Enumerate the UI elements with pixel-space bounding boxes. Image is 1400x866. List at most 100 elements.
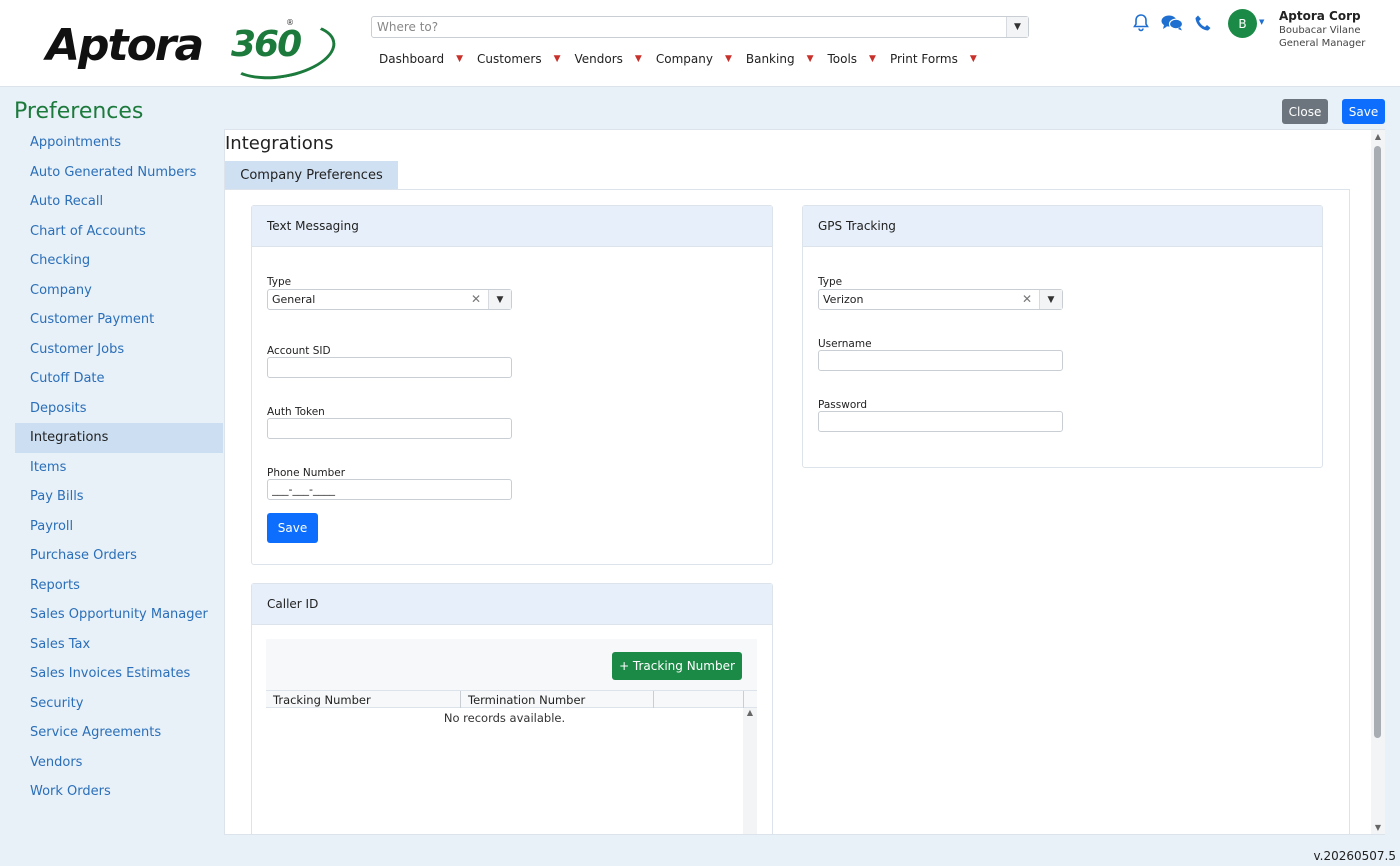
- preferences-sidebar: Appointments Auto Generated Numbers Auto…: [15, 128, 223, 807]
- gps-type-label: Type: [818, 276, 843, 288]
- caret-down-icon: ▼: [634, 54, 642, 64]
- sidebar-item-payroll[interactable]: Payroll: [15, 512, 223, 542]
- nav-label: Tools: [827, 52, 858, 66]
- sidebar-item-sales-tax[interactable]: Sales Tax: [15, 630, 223, 660]
- sidebar-item-service-agreements[interactable]: Service Agreements: [15, 718, 223, 748]
- caret-down-icon: ▼: [724, 54, 732, 64]
- nav-company[interactable]: Company ▼: [656, 52, 732, 66]
- password-input[interactable]: [818, 411, 1063, 432]
- username-label: Username: [818, 338, 872, 350]
- save-button[interactable]: Save: [1342, 99, 1385, 124]
- empty-message: No records available.: [443, 711, 566, 725]
- caret-down-icon: ▼: [553, 54, 561, 64]
- phone-number-label: Phone Number: [267, 467, 346, 479]
- column-tracking-number[interactable]: Tracking Number: [266, 691, 461, 708]
- user-menu-caret-icon[interactable]: ▼: [1259, 18, 1264, 26]
- auth-token-input[interactable]: [267, 418, 512, 439]
- scroll-up-icon[interactable]: ▲: [1371, 132, 1385, 141]
- column-actions: [654, 691, 744, 708]
- caller-id-card: Caller ID + Tracking Number Tracking Num…: [251, 583, 773, 834]
- clear-icon[interactable]: ✕: [1022, 292, 1032, 306]
- sidebar-item-vendors[interactable]: Vendors: [15, 748, 223, 778]
- sidebar-item-deposits[interactable]: Deposits: [15, 394, 223, 424]
- nav-customers[interactable]: Customers ▼: [477, 52, 560, 66]
- chevron-down-icon[interactable]: ▼: [1039, 290, 1062, 309]
- gps-type-select[interactable]: Verizon ✕ ▼: [818, 289, 1063, 310]
- sidebar-item-integrations[interactable]: Integrations: [15, 423, 223, 453]
- sidebar-item-checking[interactable]: Checking: [15, 246, 223, 276]
- logo-registered-mark: ®: [286, 18, 294, 27]
- sidebar-item-sales-invoices-estimates[interactable]: Sales Invoices Estimates: [15, 659, 223, 689]
- nav-label: Customers: [477, 52, 542, 66]
- nav-label: Dashboard: [379, 52, 445, 66]
- aptora-logo[interactable]: Aptora 360 ®: [46, 14, 340, 88]
- page-title: Preferences: [14, 99, 144, 124]
- chat-icon[interactable]: [1161, 12, 1183, 34]
- version-label: v.20260507.5: [1313, 849, 1396, 863]
- scroll-up-icon[interactable]: ▲: [747, 708, 753, 717]
- caret-down-icon: ▼: [806, 54, 814, 64]
- text-messaging-save-button[interactable]: Save: [267, 513, 318, 543]
- bell-icon[interactable]: [1130, 12, 1152, 34]
- avatar[interactable]: B: [1228, 9, 1257, 38]
- nav-label: Print Forms: [889, 52, 958, 66]
- account-sid-label: Account SID: [267, 345, 331, 357]
- search-dropdown-caret-icon[interactable]: ▼: [1006, 17, 1028, 37]
- close-button[interactable]: Close: [1282, 99, 1328, 124]
- sidebar-item-chart-of-accounts[interactable]: Chart of Accounts: [15, 217, 223, 247]
- column-termination-number[interactable]: Termination Number: [461, 691, 654, 708]
- scrollbar-thumb[interactable]: [1374, 146, 1381, 738]
- nav-dashboard[interactable]: Dashboard ▼: [379, 52, 463, 66]
- caller-id-title: Caller ID: [252, 584, 772, 625]
- tm-type-select[interactable]: General ✕ ▼: [267, 289, 512, 310]
- sidebar-item-sales-opportunity-manager[interactable]: Sales Opportunity Manager: [15, 600, 223, 630]
- main-nav: Dashboard ▼ Customers ▼ Vendors ▼ Company ▼ …: [379, 52, 991, 66]
- grid-scrollbar[interactable]: ▲: [743, 708, 757, 834]
- caret-down-icon: ▼: [456, 54, 464, 64]
- account-sid-input[interactable]: [267, 357, 512, 378]
- gps-tracking-title: GPS Tracking: [803, 206, 1322, 247]
- sidebar-item-pay-bills[interactable]: Pay Bills: [15, 482, 223, 512]
- integrations-panel: Integrations Company Preferences Text Me…: [224, 129, 1385, 835]
- sidebar-item-purchase-orders[interactable]: Purchase Orders: [15, 541, 223, 571]
- logo-360: 360: [231, 24, 302, 65]
- sidebar-item-auto-recall[interactable]: Auto Recall: [15, 187, 223, 217]
- phone-icon[interactable]: [1192, 12, 1214, 34]
- clear-icon[interactable]: ✕: [471, 292, 481, 306]
- tab-company-preferences[interactable]: Company Preferences: [225, 161, 398, 190]
- sidebar-item-reports[interactable]: Reports: [15, 571, 223, 601]
- user-company: Aptora Corp: [1279, 9, 1361, 23]
- content-scrollbar[interactable]: ▲ ▼: [1371, 130, 1385, 834]
- nav-banking[interactable]: Banking ▼: [746, 52, 814, 66]
- nav-label: Vendors: [574, 52, 623, 66]
- chevron-down-icon[interactable]: ▼: [488, 290, 511, 309]
- username-input[interactable]: [818, 350, 1063, 371]
- text-messaging-title: Text Messaging: [252, 206, 772, 247]
- nav-vendors[interactable]: Vendors ▼: [575, 52, 642, 66]
- user-role: General Manager: [1279, 38, 1366, 49]
- scroll-down-icon[interactable]: ▼: [1371, 823, 1385, 832]
- tracking-grid: + Tracking Number Tracking Number Termin…: [266, 639, 757, 834]
- tm-type-label: Type: [267, 276, 292, 288]
- sidebar-item-cutoff-date[interactable]: Cutoff Date: [15, 364, 223, 394]
- search-input[interactable]: [372, 17, 1006, 37]
- sidebar-item-company[interactable]: Company: [15, 276, 223, 306]
- password-label: Password: [818, 399, 868, 411]
- phone-number-input[interactable]: [267, 479, 512, 500]
- add-tracking-number-button[interactable]: + Tracking Number: [612, 652, 742, 680]
- nav-tools[interactable]: Tools ▼: [827, 52, 875, 66]
- gps-type-value: Verizon: [823, 293, 864, 306]
- user-name: Boubacar Vilane: [1279, 25, 1361, 36]
- sidebar-item-work-orders[interactable]: Work Orders: [15, 777, 223, 807]
- sidebar-item-items[interactable]: Items: [15, 453, 223, 483]
- auth-token-label: Auth Token: [267, 406, 325, 418]
- sidebar-item-customer-payment[interactable]: Customer Payment: [15, 305, 223, 335]
- gps-tracking-card: GPS Tracking Type Verizon ✕ ▼ Username P…: [802, 205, 1323, 468]
- sidebar-item-customer-jobs[interactable]: Customer Jobs: [15, 335, 223, 365]
- tm-type-value: General: [272, 293, 316, 306]
- sidebar-item-appointments[interactable]: Appointments: [15, 128, 223, 158]
- sidebar-item-auto-generated-numbers[interactable]: Auto Generated Numbers: [15, 158, 223, 188]
- nav-print-forms[interactable]: Print Forms ▼: [890, 52, 977, 66]
- grid-header: Tracking Number Termination Number: [266, 690, 757, 708]
- sidebar-item-security[interactable]: Security: [15, 689, 223, 719]
